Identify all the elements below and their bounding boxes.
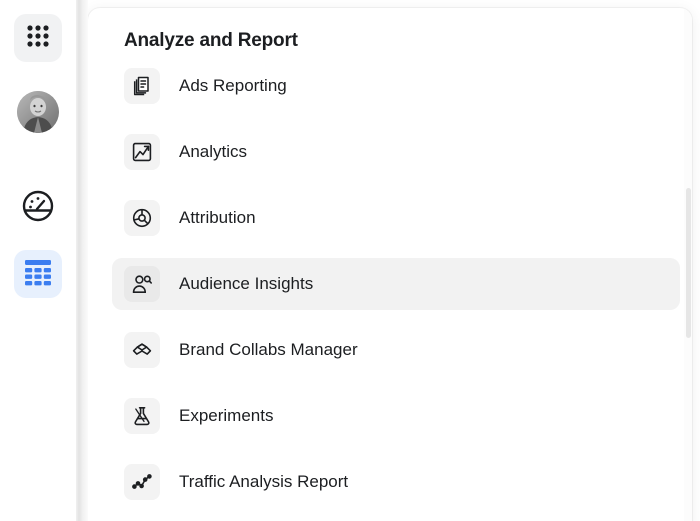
avatar (17, 91, 59, 133)
menu-item-label: Ads Reporting (179, 76, 287, 96)
menu-item-label: Traffic Analysis Report (179, 472, 348, 492)
panel-scrollbar-track[interactable] (684, 8, 692, 521)
panel-scrollbar-thumb[interactable] (686, 188, 691, 338)
rail-item-gauge[interactable] (14, 184, 62, 232)
handshake-icon (124, 332, 160, 368)
avatar-button[interactable] (14, 88, 62, 136)
analyze-and-report-panel: Analyze and Report Ads Reporting (88, 8, 692, 521)
line-chart-points-icon (124, 464, 160, 500)
pie-donut-icon (124, 200, 160, 236)
menu-item-ads-reporting[interactable]: Ads Reporting (112, 60, 680, 112)
rail-item-apps[interactable] (14, 14, 62, 62)
page-title: Analyze and Report (88, 8, 692, 52)
rail-item-table[interactable] (14, 250, 62, 298)
menu-item-label: Attribution (179, 208, 256, 228)
menu-item-attribution[interactable]: Attribution (112, 192, 680, 244)
flask-icon (124, 398, 160, 434)
menu-item-label: Experiments (179, 406, 273, 426)
menu-item-analytics[interactable]: Analytics (112, 126, 680, 178)
documents-stack-icon (124, 68, 160, 104)
table-icon (23, 257, 53, 292)
apps-grid-button[interactable] (14, 14, 62, 62)
menu-item-traffic-analysis-report[interactable]: Traffic Analysis Report (112, 456, 680, 508)
rail-item-profile[interactable] (14, 88, 62, 136)
menu-item-label: Analytics (179, 142, 247, 162)
left-rail (0, 0, 76, 521)
menu-item-experiments[interactable]: Experiments (112, 390, 680, 442)
grid-apps-icon (25, 23, 51, 54)
menu-item-brand-collabs-manager[interactable]: Brand Collabs Manager (112, 324, 680, 376)
speedometer-icon (21, 189, 55, 228)
menu-item-audience-insights[interactable]: Audience Insights (112, 258, 680, 310)
rail-divider (76, 0, 88, 521)
table-button[interactable] (14, 250, 62, 298)
menu-list: Ads Reporting Analytics (88, 60, 692, 508)
menu-item-label: Audience Insights (179, 274, 313, 294)
menu-item-label: Brand Collabs Manager (179, 340, 358, 360)
person-search-icon (124, 266, 160, 302)
gauge-button[interactable] (14, 184, 62, 232)
chart-frame-icon (124, 134, 160, 170)
